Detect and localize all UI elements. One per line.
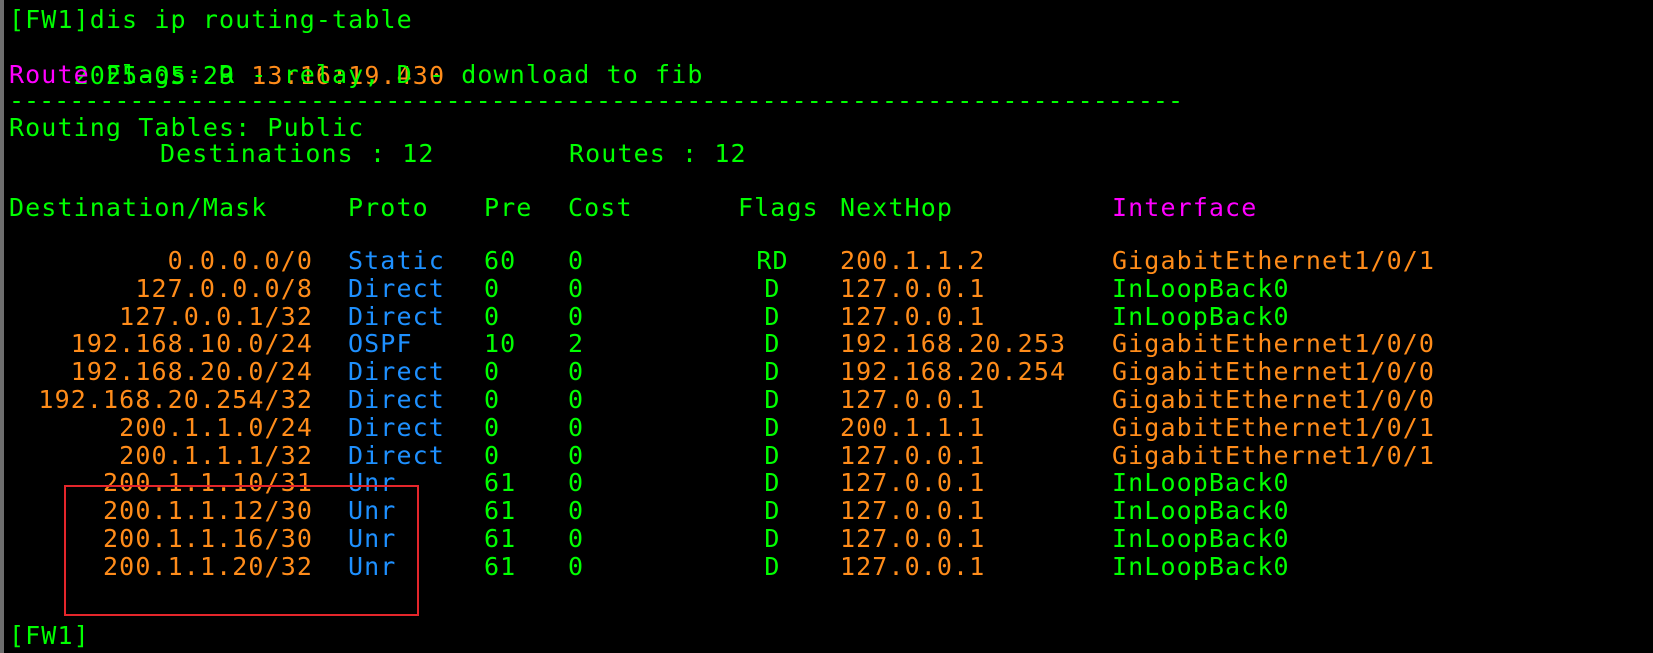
route-pre: 0	[484, 385, 501, 414]
route-interface: GigabitEthernet1/0/0	[1112, 385, 1436, 414]
route-flags: D	[764, 524, 781, 553]
header-destination: Destination/Mask	[9, 193, 268, 222]
terminal-window[interactable]: [FW1]dis ip routing-table 2025-05-29 13:…	[0, 0, 1653, 653]
route-nexthop: 127.0.0.1	[840, 524, 986, 553]
route-destination: 192.168.20.254/32	[38, 385, 313, 414]
route-flags: D	[764, 552, 781, 581]
route-nexthop: 192.168.20.253	[840, 329, 1067, 358]
route-nexthop: 127.0.0.1	[840, 496, 986, 525]
route-nexthop: 127.0.0.1	[840, 468, 986, 497]
route-flags-text: Flags: R - relay, D - download to fib	[89, 60, 704, 89]
route-proto: Direct	[348, 357, 445, 386]
route-cost: 0	[568, 357, 585, 386]
route-pre: 61	[484, 468, 517, 497]
destinations-count: Destinations : 12	[160, 139, 435, 168]
cli-prompt[interactable]: [FW1]	[9, 622, 90, 650]
route-pre: 0	[484, 357, 501, 386]
route-cost: 0	[568, 441, 585, 470]
route-nexthop: 127.0.0.1	[840, 274, 986, 303]
route-cost: 0	[568, 274, 585, 303]
header-nexthop: NextHop	[840, 193, 954, 222]
route-nexthop: 127.0.0.1	[840, 385, 986, 414]
route-flags-keyword: Route	[9, 60, 90, 89]
route-interface: InLoopBack0	[1112, 274, 1290, 303]
route-pre: 0	[484, 302, 501, 331]
route-cost: 0	[568, 496, 585, 525]
route-nexthop: 127.0.0.1	[840, 441, 986, 470]
route-nexthop: 127.0.0.1	[840, 552, 986, 581]
route-interface: GigabitEthernet1/0/0	[1112, 329, 1436, 358]
route-proto: Static	[348, 246, 445, 275]
route-pre: 61	[484, 524, 517, 553]
route-destination: 192.168.10.0/24	[70, 329, 313, 358]
command-line: [FW1]dis ip routing-table	[9, 5, 413, 34]
route-destination: 127.0.0.0/8	[135, 274, 313, 303]
route-interface: GigabitEthernet1/0/1	[1112, 246, 1436, 275]
routes-count: Routes : 12	[569, 139, 747, 168]
route-proto: Direct	[348, 385, 445, 414]
route-flags: D	[764, 496, 781, 525]
route-cost: 2	[568, 329, 585, 358]
header-cost: Cost	[568, 193, 633, 222]
separator-line: ----------------------------------------…	[9, 86, 1183, 115]
route-interface: GigabitEthernet1/0/1	[1112, 413, 1436, 442]
route-nexthop: 192.168.20.254	[840, 357, 1067, 386]
route-flags: D	[764, 441, 781, 470]
route-destination: 200.1.1.1/32	[119, 441, 313, 470]
header-flags: Flags	[738, 193, 819, 222]
route-cost: 0	[568, 302, 585, 331]
route-flags: D	[764, 329, 781, 358]
route-interface: InLoopBack0	[1112, 524, 1290, 553]
route-nexthop: 200.1.1.2	[840, 246, 986, 275]
route-flags: D	[764, 385, 781, 414]
route-pre: 60	[484, 246, 517, 275]
route-cost: 0	[568, 385, 585, 414]
route-pre: 0	[484, 413, 501, 442]
route-interface: GigabitEthernet1/0/1	[1112, 441, 1436, 470]
route-cost: 0	[568, 552, 585, 581]
route-proto: Direct	[348, 302, 445, 331]
route-pre: 61	[484, 552, 517, 581]
route-interface: InLoopBack0	[1112, 552, 1290, 581]
route-pre: 61	[484, 496, 517, 525]
route-interface: GigabitEthernet1/0/0	[1112, 357, 1436, 386]
route-flags: RD	[756, 246, 789, 275]
route-destination: 127.0.0.1/32	[119, 302, 313, 331]
route-cost: 0	[568, 413, 585, 442]
route-proto: Direct	[348, 274, 445, 303]
route-proto: Direct	[348, 441, 445, 470]
routing-tables-label: Routing Tables: Public	[9, 113, 365, 142]
route-nexthop: 200.1.1.1	[840, 413, 986, 442]
route-pre: 0	[484, 441, 501, 470]
route-flags: D	[764, 468, 781, 497]
route-nexthop: 127.0.0.1	[840, 302, 986, 331]
header-pre: Pre	[484, 193, 533, 222]
route-proto: OSPF	[348, 329, 413, 358]
route-destination: 200.1.1.0/24	[119, 413, 313, 442]
route-cost: 0	[568, 524, 585, 553]
route-flags: D	[764, 302, 781, 331]
route-flags: D	[764, 413, 781, 442]
unr-routes-highlight-box	[64, 485, 419, 616]
header-proto: Proto	[348, 193, 429, 222]
route-flags: D	[764, 357, 781, 386]
route-destination: 0.0.0.0/0	[167, 246, 313, 275]
route-flags: D	[764, 274, 781, 303]
route-interface: InLoopBack0	[1112, 496, 1290, 525]
route-cost: 0	[568, 246, 585, 275]
route-flags-line: Route Flags: R - relay, D - download to …	[9, 61, 704, 89]
route-pre: 0	[484, 274, 501, 303]
route-pre: 10	[484, 329, 517, 358]
route-proto: Direct	[348, 413, 445, 442]
route-cost: 0	[568, 468, 585, 497]
header-interface: Interface	[1112, 193, 1258, 222]
route-interface: InLoopBack0	[1112, 468, 1290, 497]
route-destination: 192.168.20.0/24	[70, 357, 313, 386]
route-interface: InLoopBack0	[1112, 302, 1290, 331]
